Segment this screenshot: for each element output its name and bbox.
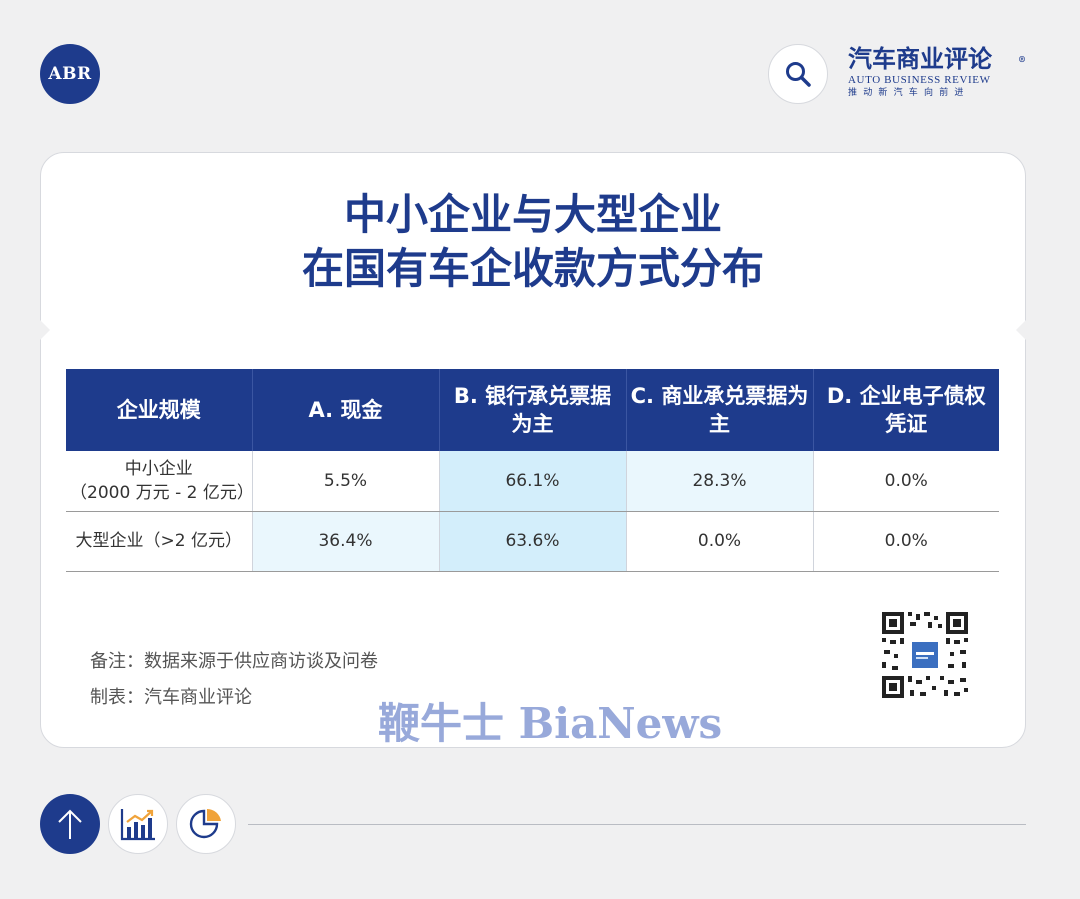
registered-mark: ® — [1018, 54, 1026, 64]
brand-slogan: 推动新汽车向前进 — [848, 88, 970, 98]
table-row: 大型企业（>2 亿元） 36.4% 63.6% 0.0% 0.0% — [66, 511, 999, 572]
pie-chart-button[interactable] — [176, 794, 236, 854]
header-cash: A. 现金 — [252, 369, 440, 451]
back-to-top-button[interactable] — [40, 794, 100, 854]
card-title: 中小企业与大型企业 在国有车企收款方式分布 — [40, 188, 1026, 296]
header-e-credit: D. 企业电子债权凭证 — [813, 369, 999, 451]
scale-label: 中小企业 — [124, 458, 193, 479]
abr-logo: ABR — [40, 44, 100, 104]
watermark: 鞭牛士 BiaNews — [378, 699, 723, 748]
table-row: 中小企业 （2000 万元 - 2 亿元） 5.5% 66.1% 28.3% 0… — [66, 451, 999, 512]
card-notch-right — [1016, 320, 1026, 340]
cell-value: 63.6% — [439, 511, 627, 572]
header-commercial-acceptance: C. 商业承兑票据为主 — [626, 369, 814, 451]
header-scale: 企业规模 — [66, 369, 253, 451]
header-bank-acceptance: B. 银行承兑票据为主 — [439, 369, 627, 451]
payment-method-table: 企业规模 A. 现金 B. 银行承兑票据为主 C. 商业承兑票据为主 D. 企业… — [66, 369, 999, 572]
cell-value: 0.0% — [626, 511, 814, 572]
brand-logo: 汽车商业评论 ® AUTO BUSINESS REVIEW 推动新汽车向前进 — [848, 44, 1028, 100]
cell-value: 0.0% — [813, 511, 999, 572]
scale-range: （2000 万元 - 2 亿元） — [70, 482, 254, 503]
abr-logo-text: ABR — [48, 64, 92, 84]
cell-value: 66.1% — [439, 451, 627, 512]
bar-chart-icon — [120, 809, 155, 841]
arrow-up-icon — [58, 809, 82, 839]
cell-scale: 大型企业（>2 亿元） — [66, 511, 253, 572]
cell-value: 5.5% — [252, 451, 440, 512]
table-header-row: 企业规模 A. 现金 B. 银行承兑票据为主 C. 商业承兑票据为主 D. 企业… — [66, 369, 999, 451]
search-button[interactable] — [768, 44, 828, 104]
brand-cn-text: 汽车商业评论 — [848, 44, 992, 73]
qr-code-icon[interactable] — [880, 610, 970, 700]
cell-value: 0.0% — [813, 451, 999, 512]
data-source-note: 备注：数据来源于供应商访谈及问卷 — [90, 651, 378, 672]
brand-name-en: AUTO BUSINESS REVIEW — [848, 74, 991, 86]
card-notch-left — [40, 320, 50, 340]
search-icon — [786, 62, 811, 87]
pie-chart-icon — [189, 808, 221, 839]
cell-value: 36.4% — [252, 511, 440, 572]
cell-scale: 中小企业 （2000 万元 - 2 亿元） — [66, 451, 254, 512]
made-by-note: 制表：汽车商业评论 — [90, 687, 252, 708]
notes: 备注：数据来源于供应商访谈及问卷 制表：汽车商业评论 — [90, 644, 378, 716]
brand-name-cn: 汽车商业评论 ® — [848, 44, 1028, 74]
footer-divider — [248, 824, 1026, 825]
title-line-1: 中小企业与大型企业 — [343, 190, 722, 239]
title-line-2: 在国有车企收款方式分布 — [301, 244, 764, 293]
cell-value: 28.3% — [626, 451, 814, 512]
bar-chart-button[interactable] — [108, 794, 168, 854]
